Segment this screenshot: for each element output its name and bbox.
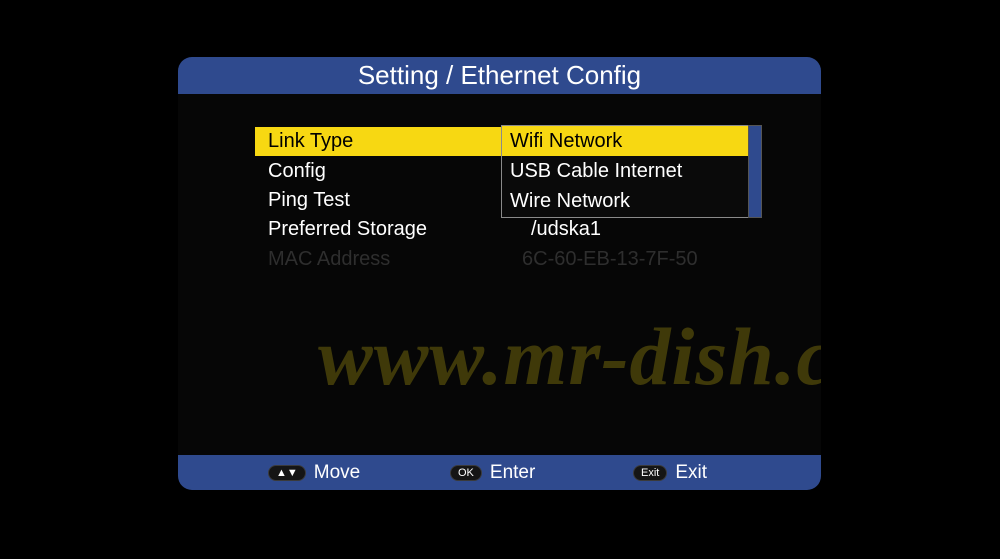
menu-item-label: MAC Address (268, 248, 391, 270)
menu-area: Link Type Config Ping Test Preferred Sto… (178, 94, 821, 455)
dropdown-option-label: USB Cable Internet (510, 160, 683, 182)
hint-exit: Exit Exit (633, 455, 707, 490)
ok-key-icon: OK (450, 464, 482, 481)
dropdown-option-label: Wire Network (510, 190, 631, 212)
exit-key-icon: Exit (633, 464, 668, 481)
menu-item-label: Link Type (268, 130, 354, 152)
dropdown-scrollbar[interactable] (748, 125, 762, 218)
hint-enter: OK Enter (450, 455, 535, 490)
hint-exit-label: Exit (675, 462, 708, 483)
up-down-key-icon: ▲▼ (268, 464, 306, 481)
dropdown-option-wire[interactable]: Wire Network (502, 186, 749, 216)
menu-item-mac-address: MAC Address 6C-60-EB-13-7F-50 (255, 245, 725, 274)
menu-item-label: Config (268, 160, 326, 182)
footer-bar: ▲▼ Move OK Enter Exit Exit (178, 455, 821, 490)
dropdown-option-usb-cable[interactable]: USB Cable Internet (502, 156, 749, 186)
page-title: Setting / Ethernet Config (178, 57, 821, 94)
settings-panel: Setting / Ethernet Config Link Type Conf… (178, 57, 821, 490)
hint-enter-label: Enter (489, 462, 536, 483)
preferred-storage-value: /udska1 (531, 218, 602, 240)
mac-address-value: 6C-60-EB-13-7F-50 (522, 248, 698, 270)
menu-item-preferred-storage[interactable]: Preferred Storage /udska1 (255, 215, 725, 244)
menu-item-label: Preferred Storage (268, 218, 427, 240)
watermark-logo: www.mr-dish.com (318, 311, 821, 402)
link-type-dropdown[interactable]: Wifi Network USB Cable Internet Wire Net… (501, 125, 749, 218)
hint-move: ▲▼ Move (268, 455, 360, 490)
dropdown-option-wifi[interactable]: Wifi Network (502, 126, 749, 156)
menu-item-label: Ping Test (268, 189, 350, 211)
dropdown-option-label: Wifi Network (510, 130, 623, 152)
hint-move-label: Move (313, 462, 361, 483)
